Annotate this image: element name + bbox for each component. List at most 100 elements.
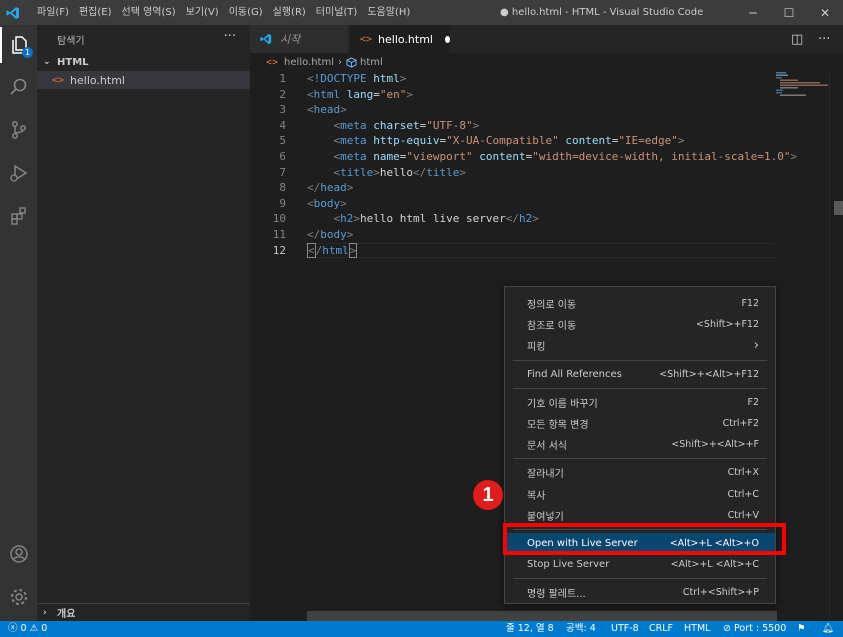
vertical-scrollbar[interactable] bbox=[829, 71, 843, 621]
account-button[interactable] bbox=[0, 536, 37, 572]
error-icon: ⓧ bbox=[8, 623, 18, 634]
horizontal-scrollbar[interactable] bbox=[307, 611, 777, 621]
context-menu: 정의로 이동 F12 참조로 이동 <Shift>+F12 피킹 › Find All… bbox=[504, 286, 776, 604]
more-actions-icon[interactable]: ··· bbox=[224, 29, 236, 44]
submenu-chevron-icon: › bbox=[753, 338, 759, 354]
language-mode[interactable]: HTML bbox=[684, 621, 710, 637]
problems-indicator[interactable]: ⓧ 0 ⚠ 0 bbox=[8, 621, 47, 637]
menu-item-label: 참조로 이동 bbox=[527, 321, 577, 333]
menu-item-shortcut: <Shift>+<Alt>+F12 bbox=[659, 368, 759, 380]
end-of-line[interactable]: CRLF bbox=[649, 621, 673, 637]
warning-icon: ⚠ bbox=[29, 623, 39, 634]
menu-item-stop-live-server[interactable]: Stop Live Server <Alt>+L <Alt>+C bbox=[505, 554, 775, 575]
menu-item-label: 문서 서식 bbox=[527, 441, 567, 453]
menu-item-label: 기호 이름 바꾸기 bbox=[527, 398, 598, 410]
chevron-right-icon: › bbox=[43, 607, 47, 618]
minimize-button[interactable]: ─ bbox=[735, 0, 771, 25]
more-actions-icon[interactable]: ··· bbox=[818, 25, 830, 53]
settings-button[interactable] bbox=[0, 579, 37, 615]
breadcrumb: <> hello.html › html bbox=[250, 53, 843, 71]
menu-item-shortcut: Ctrl+C bbox=[727, 488, 760, 500]
html-file-icon: <> bbox=[52, 74, 65, 86]
menu-file[interactable]: 파일(F) bbox=[32, 0, 74, 25]
step-number-badge: 1 bbox=[473, 480, 503, 510]
menu-separator bbox=[513, 359, 767, 361]
warning-count: 0 bbox=[41, 623, 48, 634]
feedback-icon[interactable]: ⚑ bbox=[797, 621, 806, 637]
menu-edit[interactable]: 편집(E) bbox=[74, 0, 117, 25]
outline-section[interactable]: › 개요 bbox=[37, 603, 250, 621]
menu-help[interactable]: 도움말(H) bbox=[362, 0, 415, 25]
menu-item-change-all-occurrences[interactable]: 모든 항목 변경 Ctrl+F2 bbox=[505, 413, 775, 434]
encoding[interactable]: UTF-8 bbox=[611, 621, 639, 637]
folder-label: HTML bbox=[57, 56, 89, 68]
breadcrumb-symbol[interactable]: html bbox=[360, 57, 383, 68]
split-editor-icon[interactable]: ◫ bbox=[791, 25, 803, 53]
menu-item-find-all-references[interactable]: Find All References <Shift>+<Alt>+F12 bbox=[505, 364, 775, 385]
menu-separator bbox=[513, 578, 767, 580]
menu-item-label: Stop Live Server bbox=[527, 559, 610, 571]
menu-run[interactable]: 실행(R) bbox=[268, 0, 311, 25]
run-debug-button[interactable] bbox=[0, 155, 37, 191]
live-server-port[interactable]: ⊘ Port : 5500 bbox=[723, 621, 786, 637]
menu-go[interactable]: 이동(G) bbox=[224, 0, 268, 25]
menu-item-shortcut: <Shift>+F12 bbox=[695, 319, 759, 331]
explorer-title: 탐색기 bbox=[57, 35, 85, 47]
menu-item-go-to-definition[interactable]: 정의로 이동 F12 bbox=[505, 293, 775, 314]
menu-item-copy[interactable]: 복사 Ctrl+C bbox=[505, 484, 775, 505]
minimap[interactable] bbox=[776, 71, 828, 99]
scrollbar-thumb[interactable] bbox=[834, 201, 843, 215]
cursor-position[interactable]: 줄 12, 열 8 bbox=[506, 621, 554, 637]
code-line: 1 <!DOCTYPE html> bbox=[279, 72, 407, 85]
menu-item-cut[interactable]: 잘라내기 Ctrl+X bbox=[505, 462, 775, 483]
html-file-icon: <> bbox=[266, 56, 279, 68]
code-line: 12 </html> bbox=[272, 242, 358, 258]
vscode-tab-icon bbox=[260, 33, 272, 45]
code-line: 6 <meta name="viewport" content="width=d… bbox=[279, 150, 798, 163]
explorer-header: 탐색기 ··· bbox=[37, 25, 250, 53]
breadcrumb-file[interactable]: hello.html bbox=[284, 57, 334, 68]
notifications-bell-icon[interactable]: 🔔︎ bbox=[822, 621, 834, 637]
close-button[interactable]: ✕ bbox=[807, 0, 843, 25]
explorer-sidebar: 탐색기 ··· ⌄ HTML <> hello.html › 개요 bbox=[37, 25, 250, 621]
source-control-button[interactable] bbox=[0, 112, 37, 148]
menu-selection[interactable]: 선택 영역(S) bbox=[117, 0, 181, 25]
account-icon bbox=[9, 545, 28, 563]
menu-item-label: 복사 bbox=[527, 490, 546, 502]
tab-hello-html[interactable]: <> hello.html bbox=[350, 25, 450, 53]
menu-item-peek[interactable]: 피킹 › bbox=[505, 335, 775, 356]
code-line: 5 <meta http-equiv="X-UA-Compatible" con… bbox=[279, 134, 685, 148]
outline-label: 개요 bbox=[57, 609, 76, 620]
code-line: 7 <title>hello</title> bbox=[279, 165, 466, 179]
indentation[interactable]: 공백: 4 bbox=[566, 621, 596, 637]
settings-gear-icon bbox=[10, 589, 27, 605]
menu-item-label: 모든 항목 변경 bbox=[527, 420, 589, 432]
chevron-down-icon: ⌄ bbox=[43, 57, 51, 67]
extensions-button[interactable] bbox=[0, 198, 37, 234]
menu-item-label: 붙여넣기 bbox=[527, 511, 564, 523]
folder-html[interactable]: ⌄ HTML bbox=[37, 53, 250, 71]
menu-item-rename-symbol[interactable]: 기호 이름 바꾸기 F2 bbox=[505, 392, 775, 413]
menu-view[interactable]: 보기(V) bbox=[181, 0, 224, 25]
menu-item-command-palette[interactable]: 명령 팔레트... Ctrl+<Shift>+P bbox=[505, 582, 775, 603]
menu-item-format-document[interactable]: 문서 서식 <Shift>+<Alt>+F bbox=[505, 434, 775, 455]
html-file-icon: <> bbox=[360, 33, 373, 45]
tab-welcome[interactable]: 시작 bbox=[250, 25, 348, 53]
file-hello-html[interactable]: <> hello.html bbox=[37, 71, 250, 89]
unsaved-dot-icon[interactable] bbox=[445, 35, 450, 43]
highlight-box bbox=[503, 523, 786, 555]
menu-item-label: 잘라내기 bbox=[527, 469, 564, 481]
menu-item-shortcut: Ctrl+X bbox=[727, 467, 759, 479]
code-line: 9 <body> bbox=[279, 196, 347, 210]
search-button[interactable] bbox=[0, 69, 37, 105]
code-line: 2 <html lang="en"> bbox=[279, 87, 413, 101]
menu-terminal[interactable]: 터미널(T) bbox=[311, 0, 363, 25]
maximize-button[interactable]: ☐ bbox=[771, 0, 807, 25]
error-count: 0 bbox=[20, 623, 27, 634]
editor-tabs: 시작 <> hello.html ◫ ··· bbox=[250, 25, 843, 53]
menu-item-go-to-references[interactable]: 참조로 이동 <Shift>+F12 bbox=[505, 314, 775, 335]
menu-item-shortcut: <Alt>+L <Alt>+C bbox=[670, 559, 759, 571]
explorer-button[interactable]: 1 bbox=[0, 27, 37, 63]
port-icon: ⊘ bbox=[723, 623, 731, 634]
code-line: 10 <h2>hello html live server</h2> bbox=[272, 212, 539, 226]
